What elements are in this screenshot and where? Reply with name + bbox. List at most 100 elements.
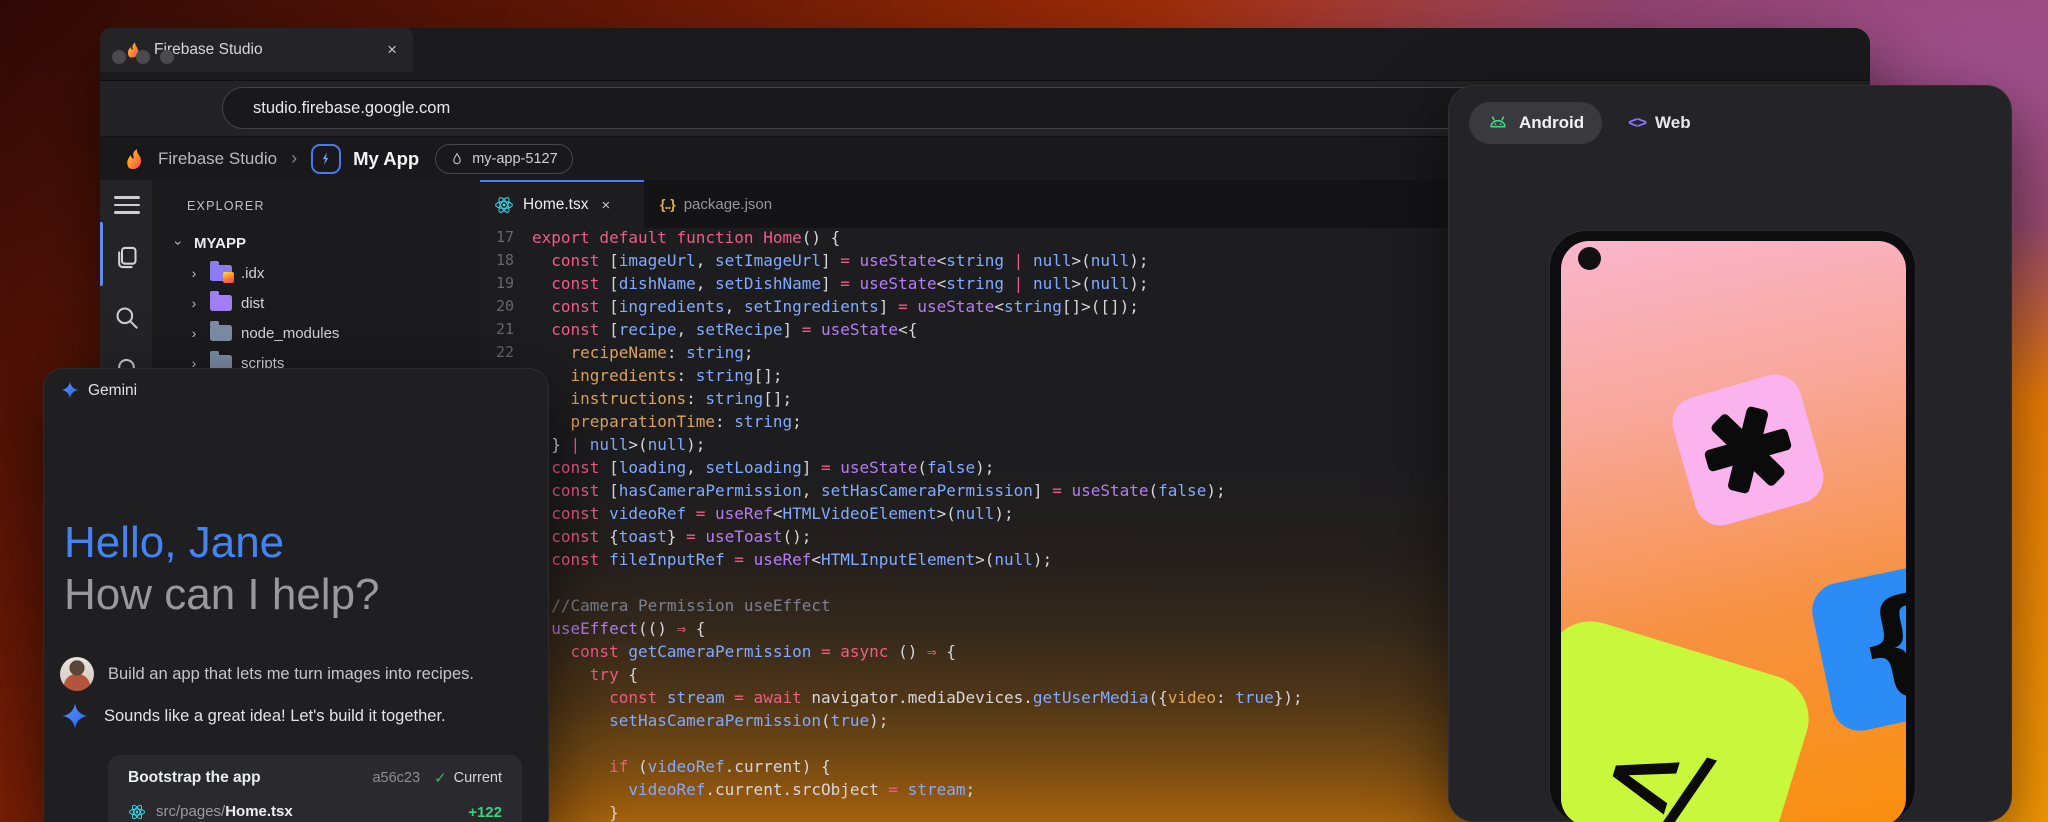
android-toggle[interactable]: Android	[1469, 102, 1602, 144]
tree-item--idx[interactable]: › .idx	[152, 258, 480, 288]
code-line: useEffect(() ⇒ {	[532, 617, 1303, 640]
app-name[interactable]: My App	[353, 148, 419, 170]
code-line: const getCameraPermission = async () ⇒ {	[532, 640, 1303, 663]
preview-toggle-group: Android <> Web	[1469, 102, 1691, 144]
code-content: export default function Home() { const […	[532, 228, 1303, 822]
code-line: //Camera Permission useEffect	[532, 594, 1303, 617]
chevron-down-icon: ›	[171, 236, 187, 250]
address-bar-url: studio.firebase.google.com	[253, 99, 450, 118]
files-icon[interactable]	[113, 244, 140, 271]
code-line: const [dishName, setDishName] = useState…	[532, 272, 1303, 295]
code-line: recipeName: string;	[532, 341, 1303, 364]
bootstrap-card[interactable]: Bootstrap the app a56c23 ✓ Current src/p…	[108, 755, 522, 822]
file-tree: › MYAPP ›.idx›dist›node_modules›scripts	[152, 228, 480, 378]
code-line: const [recipe, setRecipe] = useState<{	[532, 318, 1303, 341]
tab-close-icon[interactable]: ×	[387, 40, 397, 60]
code-line: const [loading, setLoading] = useState(f…	[532, 456, 1303, 479]
code-line	[532, 732, 1303, 755]
tree-item-label: dist	[241, 295, 264, 312]
workspace-badge[interactable]: my-app-5127	[435, 144, 572, 174]
code-line: instructions: string[];	[532, 387, 1303, 410]
app-spark-icon	[319, 151, 334, 166]
window-control-dot[interactable]	[112, 50, 126, 64]
code-line: if (videoRef.current) {	[532, 755, 1303, 778]
curly-brace-glyph: {	[1843, 571, 1906, 715]
tree-item-node-modules[interactable]: › node_modules	[152, 318, 480, 348]
user-message-row: Build an app that lets me turn images in…	[60, 657, 474, 691]
check-icon: ✓	[434, 769, 447, 787]
code-line: const videoRef = useRef<HTMLVideoElement…	[532, 502, 1303, 525]
tree-item-label: node_modules	[241, 325, 339, 342]
react-icon	[128, 803, 146, 821]
code-line: preparationTime: string;	[532, 410, 1303, 433]
line-number: 18	[480, 249, 514, 272]
assistant-message: Sounds like a great idea! Let's build it…	[104, 707, 446, 726]
chevron-right-icon: ›	[187, 295, 201, 311]
code-line: const [ingredients, setIngredients] = us…	[532, 295, 1303, 318]
tile-asterisk	[1666, 368, 1829, 531]
tree-root-label: MYAPP	[194, 235, 246, 252]
code-line: const [imageUrl, setImageUrl] = useState…	[532, 249, 1303, 272]
diff-added-count: +122	[468, 804, 502, 821]
browser-tab-strip: Firebase Studio ×	[100, 28, 1870, 80]
chevron-right-icon: ›	[187, 265, 201, 281]
file-path-prefix: src/pages/	[156, 803, 225, 820]
web-toggle[interactable]: <> Web	[1628, 113, 1690, 133]
line-number: 17	[480, 228, 514, 249]
editor-tab-packagejson[interactable]: {..} package.json	[644, 180, 814, 228]
folder-icon	[210, 325, 232, 341]
web-toggle-label: Web	[1655, 113, 1691, 133]
product-name: Firebase Studio	[158, 149, 277, 169]
tile-curly-brace: {	[1807, 558, 1906, 736]
firebase-logo-icon	[122, 147, 146, 171]
droplet-icon	[450, 152, 464, 166]
workspace-badge-label: my-app-5127	[472, 151, 557, 167]
explorer-title: EXPLORER	[187, 199, 265, 213]
json-icon: {..}	[660, 196, 675, 212]
menu-icon[interactable]	[114, 196, 140, 219]
code-line: const {toast} = useToast();	[532, 525, 1303, 548]
window-control-dot[interactable]	[160, 50, 174, 64]
asterisk-glyph	[1692, 394, 1803, 505]
line-number: 19	[480, 272, 514, 295]
user-avatar	[60, 657, 94, 691]
status-badge: Current	[454, 770, 502, 786]
chevron-right-icon: ›	[187, 325, 201, 341]
gemini-panel-title: Gemini	[88, 382, 137, 400]
code-line: }	[532, 801, 1303, 822]
greeting-line1: Hello, Jane	[64, 517, 380, 569]
window-control-dot[interactable]	[136, 50, 150, 64]
changed-file[interactable]: src/pages/Home.tsx	[156, 803, 293, 821]
browser-tab-title: Firebase Studio	[154, 41, 375, 59]
search-icon[interactable]	[113, 304, 140, 331]
editor-tab-home-label: Home.tsx	[523, 196, 588, 214]
code-line: try {	[532, 663, 1303, 686]
code-line	[532, 571, 1303, 594]
commit-hash: a56c23	[372, 770, 420, 786]
gemini-spark-icon	[60, 701, 90, 731]
firebase-flame-badge-icon	[223, 272, 234, 283]
folder-icon	[210, 265, 232, 281]
stage: Firebase Studio × ← → ↻ studio.firebase.…	[0, 0, 2048, 822]
tab-close-icon[interactable]: ×	[601, 197, 610, 214]
tree-item-dist[interactable]: › dist	[152, 288, 480, 318]
device-screen: </ {	[1561, 241, 1906, 822]
code-brackets-icon: <>	[1628, 113, 1646, 133]
code-line: ingredients: string[];	[532, 364, 1303, 387]
line-number-gutter: 171819202122	[480, 228, 514, 364]
assistant-message-row: Sounds like a great idea! Let's build it…	[60, 701, 446, 731]
code-line: const [hasCameraPermission, setHasCamera…	[532, 479, 1303, 502]
android-icon	[1487, 112, 1509, 134]
editor-tab-home[interactable]: Home.tsx ×	[480, 180, 644, 228]
react-icon	[494, 195, 514, 215]
app-icon	[311, 144, 341, 174]
bootstrap-card-title: Bootstrap the app	[128, 769, 261, 787]
preview-panel: Android <> Web </ {	[1448, 85, 2012, 822]
tree-root[interactable]: › MYAPP	[152, 228, 480, 258]
tree-item-label: .idx	[241, 265, 264, 282]
line-number: 22	[480, 341, 514, 364]
tile-closing-tag: </	[1561, 610, 1820, 822]
code-line: } | null>(null);	[532, 433, 1303, 456]
line-number: 21	[480, 318, 514, 341]
browser-tab[interactable]: Firebase Studio ×	[100, 28, 413, 72]
